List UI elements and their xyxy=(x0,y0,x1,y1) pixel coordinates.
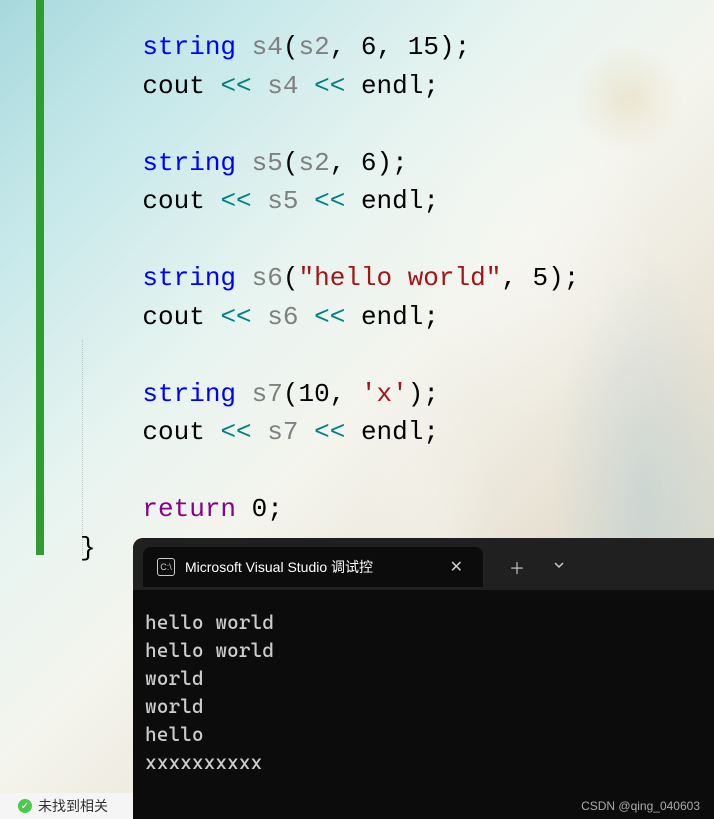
type-keyword: string xyxy=(142,263,236,293)
closing-brace: } xyxy=(80,533,96,563)
output-line: hello xyxy=(145,722,204,746)
console-icon: C:\ xyxy=(157,558,175,576)
terminal-tab-bar: C:\ Microsoft Visual Studio 调试控 ✕ ＋ xyxy=(133,538,714,590)
terminal-tab-actions: ＋ xyxy=(495,547,579,587)
output-line: hello world xyxy=(145,610,274,634)
output-line: world xyxy=(145,694,204,718)
terminal-window: C:\ Microsoft Visual Studio 调试控 ✕ ＋ hell… xyxy=(133,538,714,819)
watermark: CSDN @qing_040603 xyxy=(581,799,700,813)
output-line: world xyxy=(145,666,204,690)
status-ok-icon: ✓ xyxy=(18,799,32,813)
terminal-output[interactable]: hello world hello world world world hell… xyxy=(133,590,714,794)
variable: s4 xyxy=(252,32,283,62)
variable: s6 xyxy=(252,263,283,293)
output-line: hello world xyxy=(145,638,274,662)
new-tab-button[interactable]: ＋ xyxy=(495,547,539,587)
type-keyword: string xyxy=(142,148,236,178)
type-keyword: string xyxy=(142,379,236,409)
close-icon[interactable]: ✕ xyxy=(444,555,469,579)
tab-dropdown-button[interactable] xyxy=(539,550,579,584)
chevron-down-icon xyxy=(553,559,565,571)
type-keyword: string xyxy=(142,32,236,62)
status-bar: ✓ 未找到相关 xyxy=(0,793,135,819)
change-gutter xyxy=(36,0,44,555)
return-keyword: return xyxy=(142,494,236,524)
terminal-tab-active[interactable]: C:\ Microsoft Visual Studio 调试控 ✕ xyxy=(143,547,483,587)
variable: s7 xyxy=(252,379,283,409)
code-content[interactable]: string s4(s2, 6, 15); cout << s4 << endl… xyxy=(80,28,579,567)
terminal-tab-title: Microsoft Visual Studio 调试控 xyxy=(185,557,434,577)
output-line: xxxxxxxxxx xyxy=(145,750,262,774)
variable: s5 xyxy=(252,148,283,178)
status-text: 未找到相关 xyxy=(38,796,108,816)
